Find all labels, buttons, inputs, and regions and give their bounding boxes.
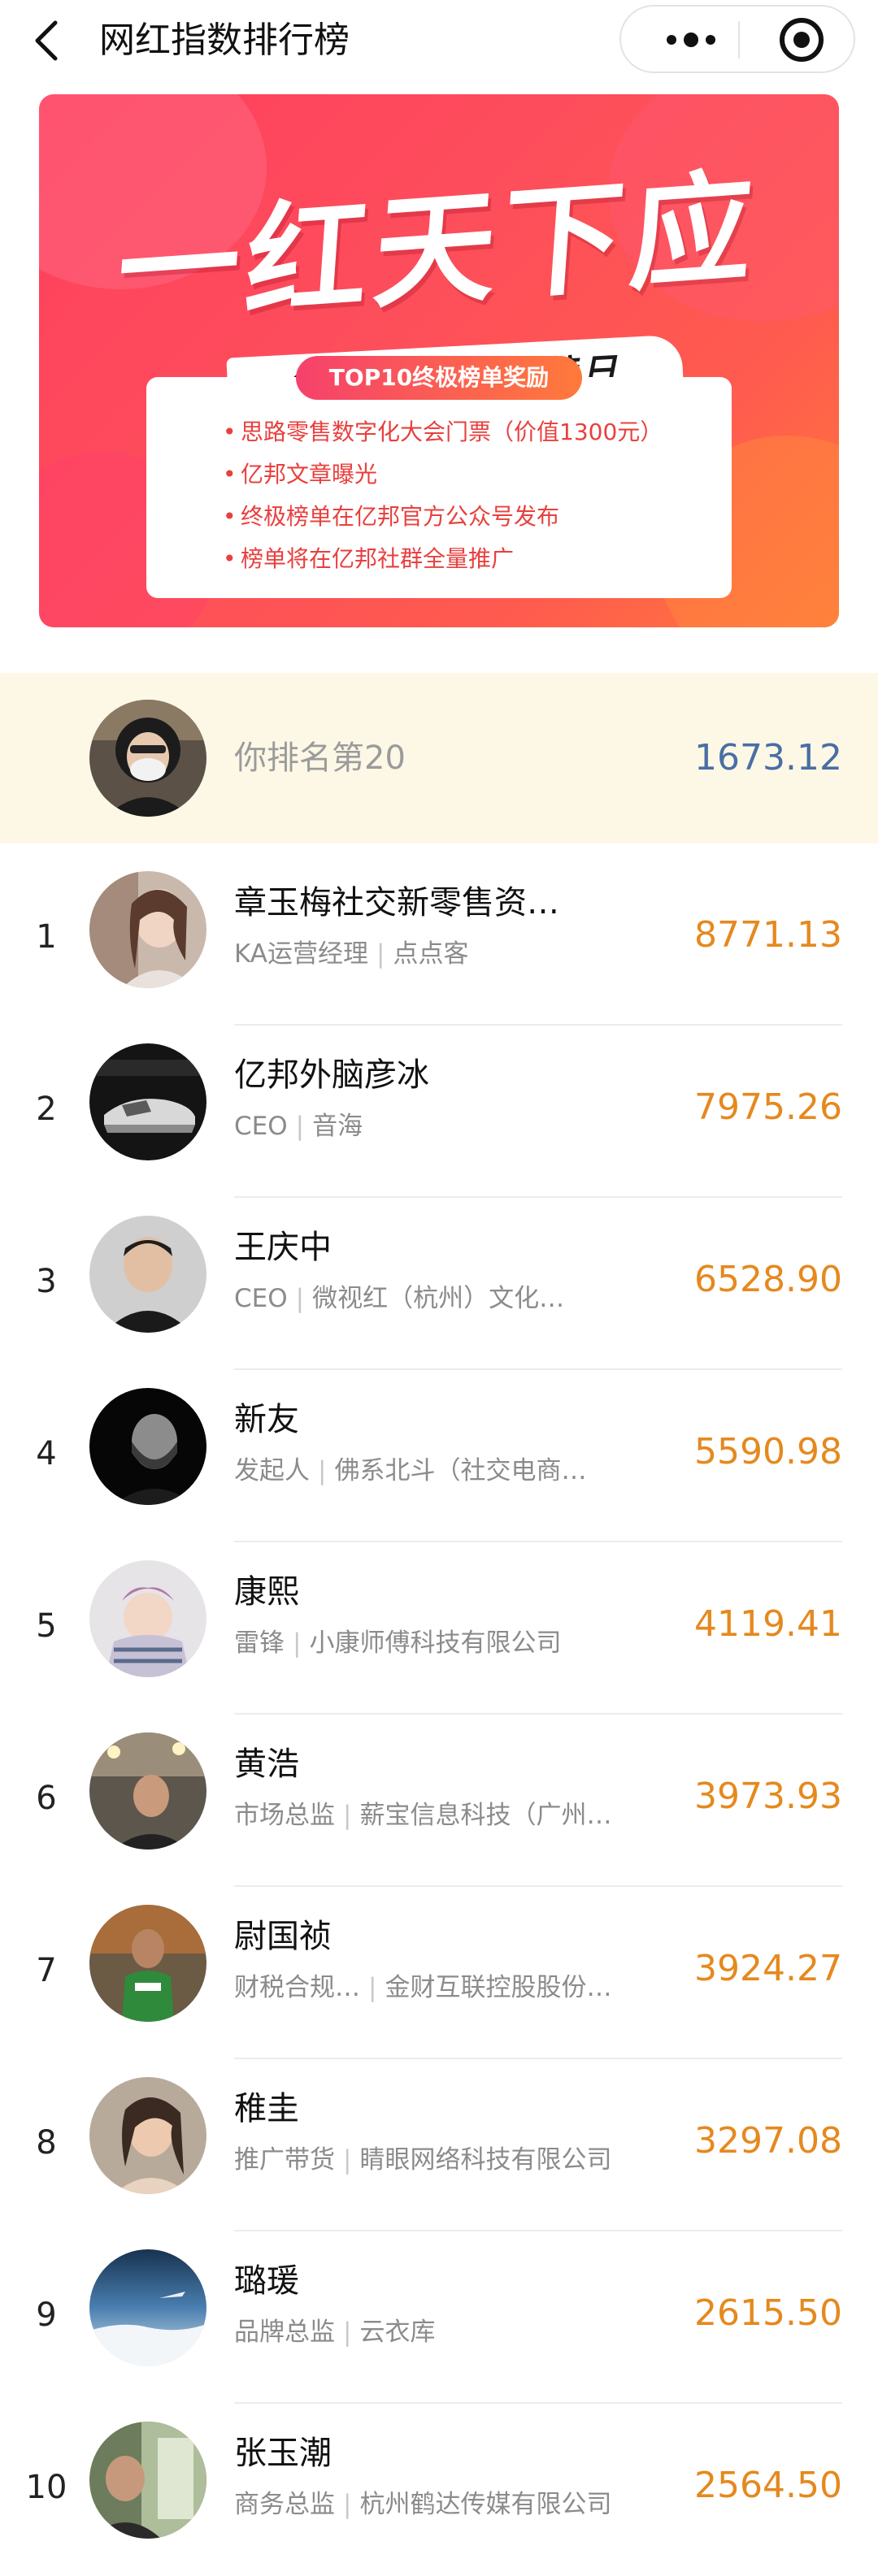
ranking-row[interactable]: 3 王庆中 CEO | 微视红（杭州）文化… 6528.90 [0, 1198, 878, 1370]
my-rank-row[interactable]: 你排名第20 1673.12 [0, 673, 878, 843]
user-name: 康熙 [234, 1573, 299, 1611]
user-name: 稚圭 [234, 2090, 299, 2127]
user-subtitle: 品牌总监 | 云衣库 [234, 2318, 436, 2347]
user-subtitle: CEO | 微视红（杭州）文化… [234, 1284, 565, 1313]
avatar [89, 871, 206, 988]
more-dots-icon[interactable] [650, 7, 732, 72]
rank-number: 2 [36, 1091, 57, 1128]
reward-tag: TOP10终极榜单奖励 [296, 356, 582, 400]
index-score: 8771.13 [694, 914, 842, 956]
avatar [89, 1043, 206, 1160]
user-name: 璐瑗 [234, 2262, 299, 2300]
avatar [89, 1905, 206, 2022]
reward-item: • 榜单将在亿邦社群全量推广 [223, 545, 515, 572]
reward-item: • 亿邦文章曝光 [223, 461, 378, 488]
capsule-divider [738, 21, 740, 59]
reward-item: • 终极榜单在亿邦官方公众号发布 [223, 503, 560, 530]
top-nav-bar: 网红指数排行榜 [0, 0, 878, 81]
index-score: 7975.26 [694, 1086, 842, 1128]
back-arrow-icon[interactable] [31, 20, 63, 62]
ranking-row[interactable]: 5 康熙 雷锋 | 小康师傅科技有限公司 4119.41 [0, 1542, 878, 1715]
avatar [89, 1388, 206, 1505]
user-subtitle: 商务总监 | 杭州鹤达传媒有限公司 [234, 2490, 612, 2519]
avatar [89, 1733, 206, 1850]
rank-number: 9 [36, 2296, 57, 2334]
index-score: 3973.93 [694, 1776, 842, 1817]
my-score: 1673.12 [694, 737, 842, 778]
user-subtitle: 推广带货 | 睛眼网络科技有限公司 [234, 2145, 612, 2175]
index-score: 3924.27 [694, 1948, 842, 1989]
rank-number: 10 [25, 2469, 67, 2506]
ranking-row[interactable]: 9 璐瑗 品牌总监 | 云衣库 2615.50 [0, 2231, 878, 2404]
user-subtitle: 发起人 | 佛系北斗（社交电商… [234, 1456, 587, 1485]
ranking-row[interactable]: 4 新友 发起人 | 佛系北斗（社交电商… 5590.98 [0, 1370, 878, 1542]
avatar [89, 2422, 206, 2539]
reward-item: • 思路零售数字化大会门票（价值1300元） [223, 418, 663, 445]
user-subtitle: KA运营经理 | 点点客 [234, 939, 469, 969]
ranking-row[interactable]: 8 稚圭 推广带货 | 睛眼网络科技有限公司 3297.08 [0, 2059, 878, 2231]
rank-number: 8 [36, 2124, 57, 2162]
my-rank-text: 你排名第20 [234, 739, 406, 777]
user-subtitle: 财税合规… | 金财互联控股股份… [234, 1973, 612, 2002]
avatar [89, 2077, 206, 2194]
avatar [89, 1216, 206, 1333]
user-name: 张玉潮 [234, 2435, 332, 2472]
user-name: 尉国祯 [234, 1918, 332, 1955]
rank-number: 1 [36, 918, 57, 956]
index-score: 6528.90 [694, 1259, 842, 1300]
ranking-row[interactable]: 6 黄浩 市场总监 | 薪宝信息科技（广州… 3973.93 [0, 1715, 878, 1887]
rank-number: 4 [36, 1435, 57, 1472]
avatar [89, 2249, 206, 2366]
ranking-row[interactable]: 7 尉国祯 财税合规… | 金财互联控股股份… 3924.27 [0, 1887, 878, 2059]
user-subtitle: CEO | 音海 [234, 1112, 363, 1141]
promo-banner[interactable]: 一红天下应 828电商人冲榜日 TOP10终极榜单奖励 •思路零售数字化大会门票… [39, 94, 839, 627]
ranking-row[interactable]: 1 章玉梅社交新零售资… KA运营经理 | 点点客 8771.13 [0, 853, 878, 1026]
user-name: 章玉梅社交新零售资… [234, 884, 559, 922]
index-score: 4119.41 [694, 1603, 842, 1645]
user-name: 王庆中 [234, 1229, 332, 1266]
user-subtitle: 市场总监 | 薪宝信息科技（广州… [234, 1801, 612, 1830]
user-name: 黄浩 [234, 1746, 299, 1783]
index-score: 2615.50 [694, 2292, 842, 2334]
rank-number: 6 [36, 1780, 57, 1817]
index-score: 3297.08 [694, 2120, 842, 2162]
target-circle-icon[interactable] [761, 7, 842, 72]
rank-number: 3 [36, 1263, 57, 1300]
page-title: 网红指数排行榜 [99, 20, 350, 61]
ranking-row[interactable]: 2 亿邦外脑彦冰 CEO | 音海 7975.26 [0, 1026, 878, 1198]
rank-number: 7 [36, 1952, 57, 1989]
mini-program-capsule [619, 5, 855, 73]
index-score: 5590.98 [694, 1431, 842, 1472]
user-name: 新友 [234, 1401, 299, 1438]
user-subtitle: 雷锋 | 小康师傅科技有限公司 [234, 1628, 562, 1658]
user-name: 亿邦外脑彦冰 [234, 1056, 429, 1094]
rank-number: 5 [36, 1607, 57, 1645]
avatar [89, 1560, 206, 1677]
avatar [89, 700, 206, 817]
index-score: 2564.50 [694, 2465, 842, 2506]
reward-list: • 思路零售数字化大会门票（价值1300元） • 亿邦文章曝光 • 终极榜单在亿邦官方… [223, 411, 727, 580]
ranking-row[interactable]: 10 张玉潮 商务总监 | 杭州鹤达传媒有限公司 2564.50 [0, 2404, 878, 2576]
